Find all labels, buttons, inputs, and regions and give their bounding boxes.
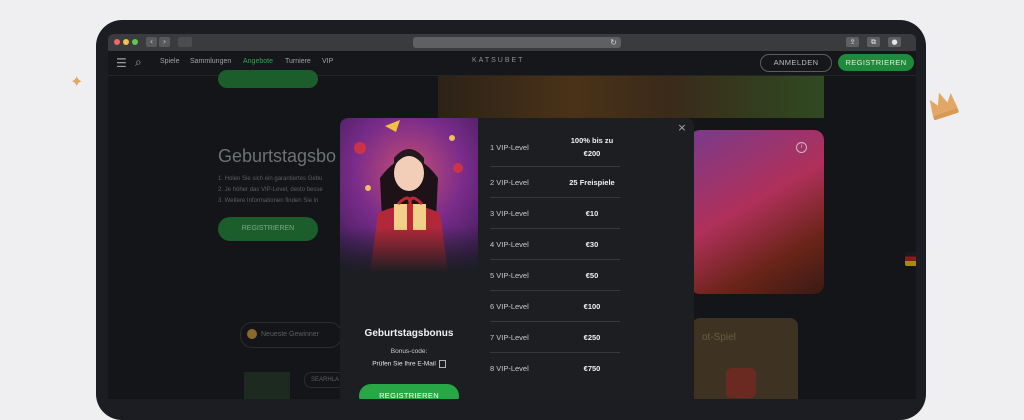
game-thumbnail[interactable] (244, 372, 290, 399)
vip-reward-table: 1 VIP-Level 100% bis zu €200 2 VIP-Level… (490, 128, 620, 383)
background-list-item: 2. Je höher das VIP-Level, desto besse (218, 187, 323, 193)
search-icon[interactable]: ⌕ (135, 55, 142, 70)
reward-cell: €750 (583, 363, 601, 373)
tabs-icon[interactable]: ⧉ (867, 37, 880, 47)
background-page-title: Geburtstagsbo (218, 146, 337, 166)
site-logo[interactable]: KATSUBET (472, 57, 524, 64)
reward-cell: 100% bis zu €200 (570, 136, 614, 158)
reward-cell: 25 Freispiele (569, 177, 615, 187)
hero-illustration (354, 120, 463, 273)
header-register-button[interactable]: REGISTRIEREN (838, 54, 914, 71)
background-list-item: 1. Holen Sie sich ein garantiertes Gebu (218, 176, 323, 182)
bonus-hero-image (340, 118, 478, 273)
sidebar-toggle-icon[interactable] (178, 37, 192, 47)
nav-sammlungen[interactable]: Sammlungen (190, 58, 231, 65)
nav-angebote[interactable]: Angebote (243, 58, 273, 65)
info-icon[interactable]: i (796, 142, 807, 153)
background-info-list: 1. Holen Sie sich ein garantiertes Gebu … (218, 174, 323, 207)
table-row: 8 VIP-Level €750 (490, 353, 620, 383)
copy-icon[interactable] (438, 360, 446, 368)
vip-level-cell: 7 VIP-Level (490, 332, 529, 342)
background-list-item: 3. Weitere Informationen finden Sie in (218, 198, 319, 204)
trophy-icon (247, 329, 257, 340)
table-row: 6 VIP-Level €100 (490, 291, 620, 322)
forward-icon[interactable]: › (159, 37, 170, 47)
vip-level-cell: 5 VIP-Level (490, 270, 529, 280)
vip-level-cell: 3 VIP-Level (490, 208, 529, 218)
reward-cell: €50 (585, 270, 599, 280)
close-icon[interactable]: × (676, 122, 688, 134)
table-row: 1 VIP-Level 100% bis zu €200 (490, 128, 620, 167)
back-icon[interactable]: ‹ (146, 37, 157, 47)
table-row: 2 VIP-Level 25 Freispiele (490, 167, 620, 198)
bonus-code-label: Bonus-code: (390, 348, 428, 355)
slot-game-image (726, 368, 756, 398)
reward-cell: €30 (585, 239, 599, 249)
bonus-code-value: Prüfen Sie Ihre E-Mail (340, 360, 478, 368)
recent-winners-pill[interactable]: Neueste Gewinner (240, 322, 342, 348)
background-register-button[interactable]: REGISTRIEREN (218, 217, 318, 241)
background-button-top[interactable] (218, 70, 318, 88)
vip-level-cell: 1 VIP-Level (490, 142, 529, 152)
slot-game-card-title: ot-Spiel (702, 332, 736, 343)
browser-toolbar: ‹ › ↻ ⇪ ⧉ ● (108, 34, 916, 51)
sparkle-icon: ✦ (70, 72, 84, 91)
minimize-window-dot[interactable] (123, 39, 129, 45)
reward-cell: €10 (585, 208, 599, 218)
promo-character-image (690, 130, 824, 294)
modal-title: Geburtstagsbonus (364, 328, 454, 339)
share-icon[interactable]: ⇪ (846, 37, 859, 47)
table-row: 4 VIP-Level €30 (490, 229, 620, 260)
browser-window: ‹ › ↻ ⇪ ⧉ ● ☰ ⌕ Spiele Sammlungen Angebo… (108, 34, 916, 399)
german-flag-icon[interactable] (905, 252, 916, 266)
vip-level-cell: 4 VIP-Level (490, 239, 529, 249)
promo-banner-image (438, 76, 824, 118)
extension-icon[interactable]: ● (888, 37, 901, 47)
reload-icon[interactable]: ↻ (610, 37, 617, 48)
crown-icon (929, 92, 959, 121)
table-row: 3 VIP-Level €10 (490, 198, 620, 229)
vip-level-cell: 6 VIP-Level (490, 301, 529, 311)
recent-winners-label: Neueste Gewinner (261, 331, 319, 338)
vip-level-cell: 8 VIP-Level (490, 363, 529, 373)
slot-game-card[interactable]: ot-Spiel (692, 318, 798, 399)
vip-level-cell: 2 VIP-Level (490, 177, 529, 187)
table-row: 7 VIP-Level €250 (490, 322, 620, 353)
table-row: 5 VIP-Level €50 (490, 260, 620, 291)
birthday-bonus-modal: × Geburtstagsbonus Bonus-code: Prüfen Si… (340, 118, 694, 399)
bonus-code-text: Prüfen Sie Ihre E-Mail (372, 360, 436, 368)
modal-register-button[interactable]: REGISTRIEREN (359, 384, 459, 399)
close-window-dot[interactable] (114, 39, 120, 45)
menu-icon[interactable]: ☰ (116, 56, 127, 70)
reward-cell: €100 (583, 301, 601, 311)
nav-vip[interactable]: VIP (322, 58, 333, 65)
zoom-window-dot[interactable] (132, 39, 138, 45)
address-bar[interactable]: ↻ (413, 37, 621, 48)
reward-cell: €250 (583, 332, 601, 342)
login-button[interactable]: ANMELDEN (760, 54, 832, 72)
nav-turniere[interactable]: Turniere (285, 58, 311, 65)
nav-spiele[interactable]: Spiele (160, 58, 179, 65)
